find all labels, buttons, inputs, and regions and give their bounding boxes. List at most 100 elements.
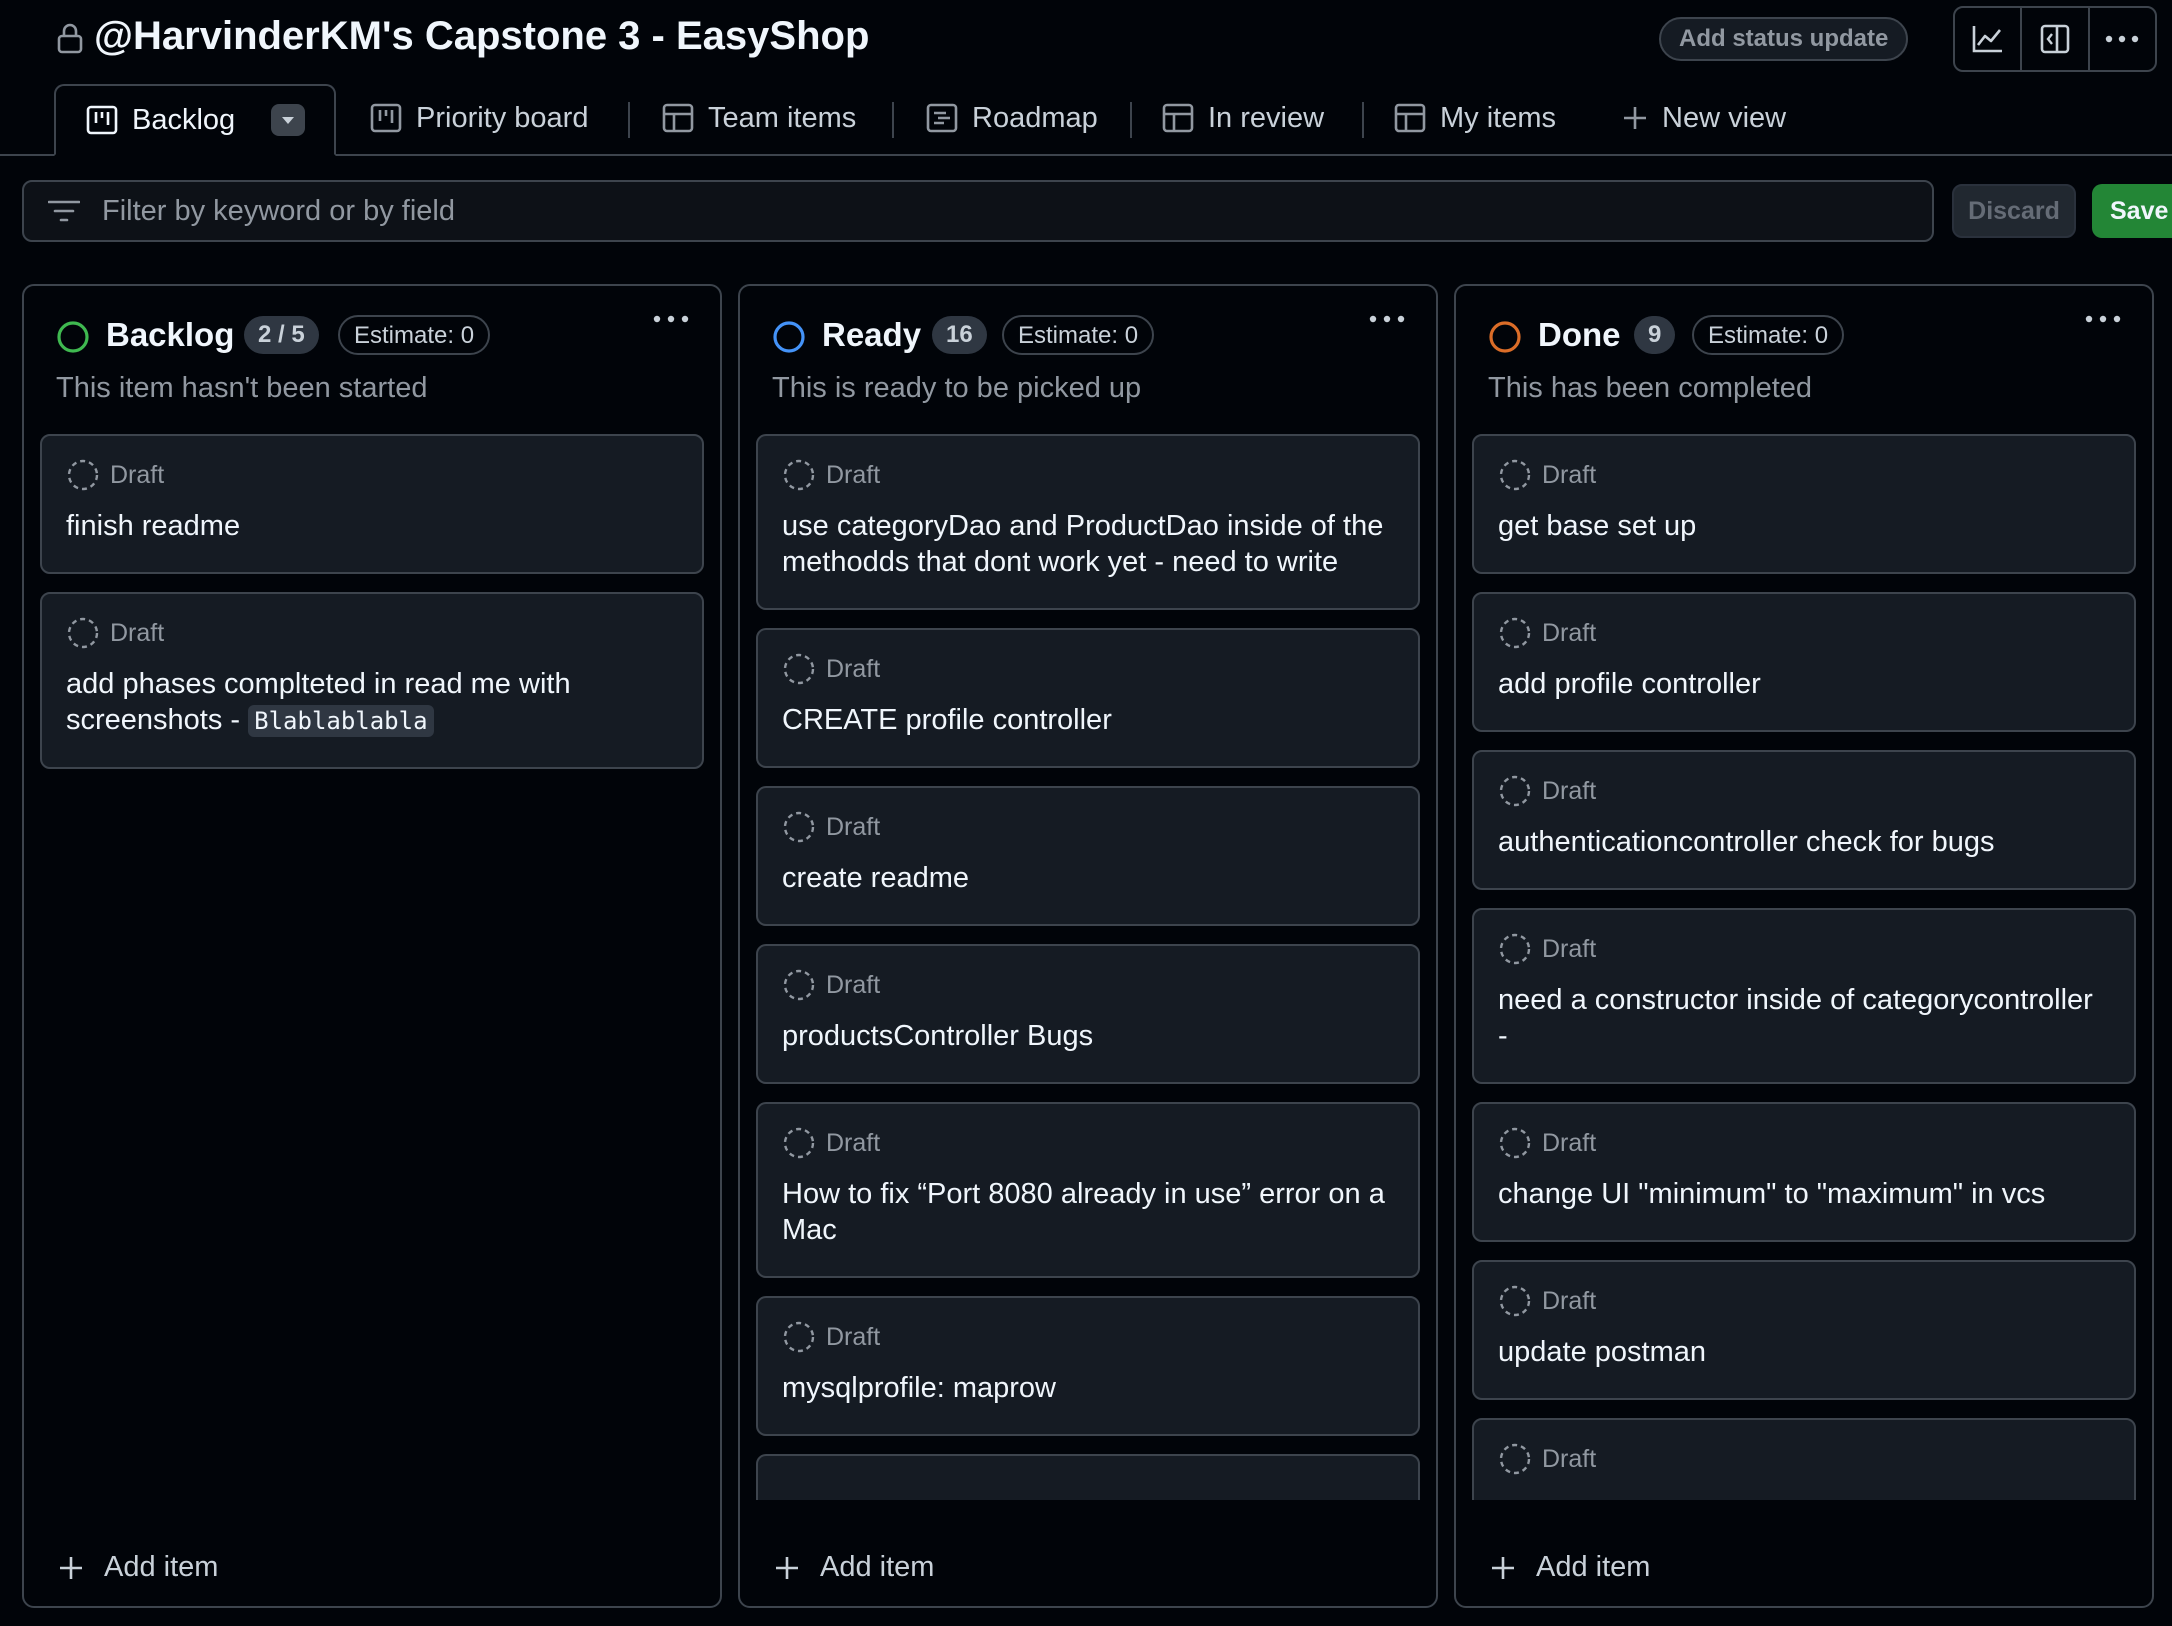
card-status: Draft xyxy=(1542,1128,1597,1157)
item-card[interactable]: Draft xyxy=(1472,1418,2136,1500)
column-title: Backlog xyxy=(106,316,235,353)
item-card[interactable]: Draft create readme xyxy=(756,786,1420,926)
card-title[interactable] xyxy=(1498,1492,2110,1500)
item-card[interactable]: Draft change UI "minimum" to "maximum" i… xyxy=(1472,1102,2136,1242)
card-title[interactable]: change UI "minimum" to "maximum" in vcs xyxy=(1498,1176,2110,1240)
column-menu-button[interactable] xyxy=(2084,314,2122,324)
card-title[interactable]: use categoryDao and ProductDao inside of… xyxy=(782,508,1394,608)
add-item-button[interactable]: Add item xyxy=(58,1551,218,1584)
tab-separator xyxy=(1362,102,1364,138)
card-status: Draft xyxy=(826,460,881,489)
draft-icon xyxy=(1499,933,1531,965)
card-meta: Draft xyxy=(782,968,1394,1002)
column-count: 2 / 5 xyxy=(244,316,319,354)
item-card[interactable]: Draft How to fix “Port 8080 already in u… xyxy=(756,1102,1420,1278)
column-header: Backlog 2 / 5 Estimate: 0 This item hasn… xyxy=(24,286,720,416)
card-title[interactable]: update postman xyxy=(1498,1334,2110,1398)
column-count: 16 xyxy=(932,316,987,354)
item-card[interactable]: Draft mysqlprofile: maprow xyxy=(756,1296,1420,1436)
card-title[interactable]: get base set up xyxy=(1498,508,2110,572)
tab-priority-board[interactable]: Priority board xyxy=(370,82,588,154)
draft-icon xyxy=(1499,1285,1531,1317)
card-meta: Draft xyxy=(782,1126,1394,1160)
draft-icon xyxy=(783,811,815,843)
draft-icon xyxy=(1499,459,1531,491)
card-status: Draft xyxy=(1542,776,1597,805)
tab-roadmap[interactable]: Roadmap xyxy=(926,82,1098,154)
card-status: Draft xyxy=(1542,1286,1597,1315)
card-meta: Draft xyxy=(66,458,678,492)
card-status: Draft xyxy=(826,970,881,999)
card-status: Draft xyxy=(1542,1444,1597,1473)
item-card[interactable]: Draft update postman xyxy=(1472,1260,2136,1400)
column-count: 9 xyxy=(1634,316,1676,354)
item-card[interactable]: Draft productsController Bugs xyxy=(756,944,1420,1084)
tab-backlog[interactable]: Backlog xyxy=(54,84,336,156)
column-description: This is ready to be picked up xyxy=(772,372,1142,404)
card-meta: Draft xyxy=(1498,932,2110,966)
new-view-button[interactable]: New view xyxy=(1622,82,1786,154)
tab-label: Backlog xyxy=(132,103,236,136)
column-backlog: Backlog 2 / 5 Estimate: 0 This item hasn… xyxy=(22,284,722,1608)
side-panel-button[interactable] xyxy=(2022,8,2090,70)
tab-separator xyxy=(892,102,894,138)
more-options-button[interactable] xyxy=(2090,8,2155,70)
chevron-down-icon xyxy=(282,116,295,124)
card-status: Draft xyxy=(826,1128,881,1157)
item-card[interactable]: Draft add profile controller xyxy=(1472,592,2136,732)
card-title[interactable]: add profile controller xyxy=(1498,666,2110,730)
tab-label: In review xyxy=(1208,101,1325,134)
item-card-partial[interactable] xyxy=(756,1454,1420,1500)
card-meta: Draft xyxy=(1498,1284,2110,1318)
insights-button[interactable] xyxy=(1955,8,2023,70)
card-meta: Draft xyxy=(1498,1442,2110,1476)
card-title[interactable]: add phases complteted in read me with sc… xyxy=(66,666,678,767)
item-card[interactable]: Draft add phases complteted in read me w… xyxy=(40,592,704,769)
column-menu-button[interactable] xyxy=(652,314,690,324)
plus-icon xyxy=(776,1556,798,1579)
draft-icon xyxy=(1499,1443,1531,1475)
item-card[interactable]: Draft use categoryDao and ProductDao ins… xyxy=(756,434,1420,610)
draft-icon xyxy=(67,459,99,491)
add-item-button[interactable]: Add item xyxy=(774,1551,934,1584)
card-title[interactable]: finish readme xyxy=(66,508,678,572)
tab-label: Roadmap xyxy=(972,101,1098,134)
tab-team-items[interactable]: Team items xyxy=(662,82,856,154)
table-icon xyxy=(662,102,694,134)
card-title[interactable]: need a constructor inside of categorycon… xyxy=(1498,982,2110,1082)
card-title[interactable]: authenticationcontroller check for bugs xyxy=(1498,824,2110,888)
draft-icon xyxy=(783,459,815,491)
tab-separator xyxy=(628,102,630,138)
tab-options-button[interactable] xyxy=(271,104,306,136)
roadmap-icon xyxy=(926,102,958,134)
filter-input[interactable] xyxy=(100,193,1804,229)
column-menu-button[interactable] xyxy=(1368,314,1406,324)
item-card[interactable]: Draft authenticationcontroller check for… xyxy=(1472,750,2136,890)
tab-in-review[interactable]: In review xyxy=(1162,82,1324,154)
card-title[interactable]: create readme xyxy=(782,860,1394,924)
filter-bar xyxy=(22,180,1934,242)
card-meta: Draft xyxy=(1498,774,2110,808)
tab-label: Priority board xyxy=(416,101,589,134)
column-title: Done xyxy=(1538,316,1621,353)
card-status: Draft xyxy=(826,654,881,683)
add-status-update-button[interactable]: Add status update xyxy=(1659,17,1909,61)
add-item-button[interactable]: Add item xyxy=(1490,1551,1650,1584)
tab-my-items[interactable]: My items xyxy=(1394,82,1556,154)
item-card[interactable]: Draft CREATE profile controller xyxy=(756,628,1420,768)
view-tabs: Backlog Priority board Team items Roadma… xyxy=(0,82,2172,156)
item-card[interactable]: Draft get base set up xyxy=(1472,434,2136,574)
board-icon xyxy=(86,104,118,136)
card-title[interactable]: CREATE profile controller xyxy=(782,702,1394,766)
header-actions xyxy=(1953,6,2157,72)
card-title[interactable]: productsController Bugs xyxy=(782,1018,1394,1082)
item-card[interactable]: Draft need a constructor inside of categ… xyxy=(1472,908,2136,1084)
column-header: Done 9 Estimate: 0 This has been complet… xyxy=(1456,286,2152,416)
card-title[interactable]: mysqlprofile: maprow xyxy=(782,1370,1394,1434)
add-item-label: Add item xyxy=(1536,1551,1651,1583)
column-ready: Ready 16 Estimate: 0 This is ready to be… xyxy=(738,284,1438,1608)
card-title[interactable]: How to fix “Port 8080 already in use” er… xyxy=(782,1176,1394,1276)
save-button[interactable]: Save xyxy=(2092,184,2172,238)
discard-button[interactable]: Discard xyxy=(1952,184,2076,238)
item-card[interactable]: Draft finish readme xyxy=(40,434,704,574)
